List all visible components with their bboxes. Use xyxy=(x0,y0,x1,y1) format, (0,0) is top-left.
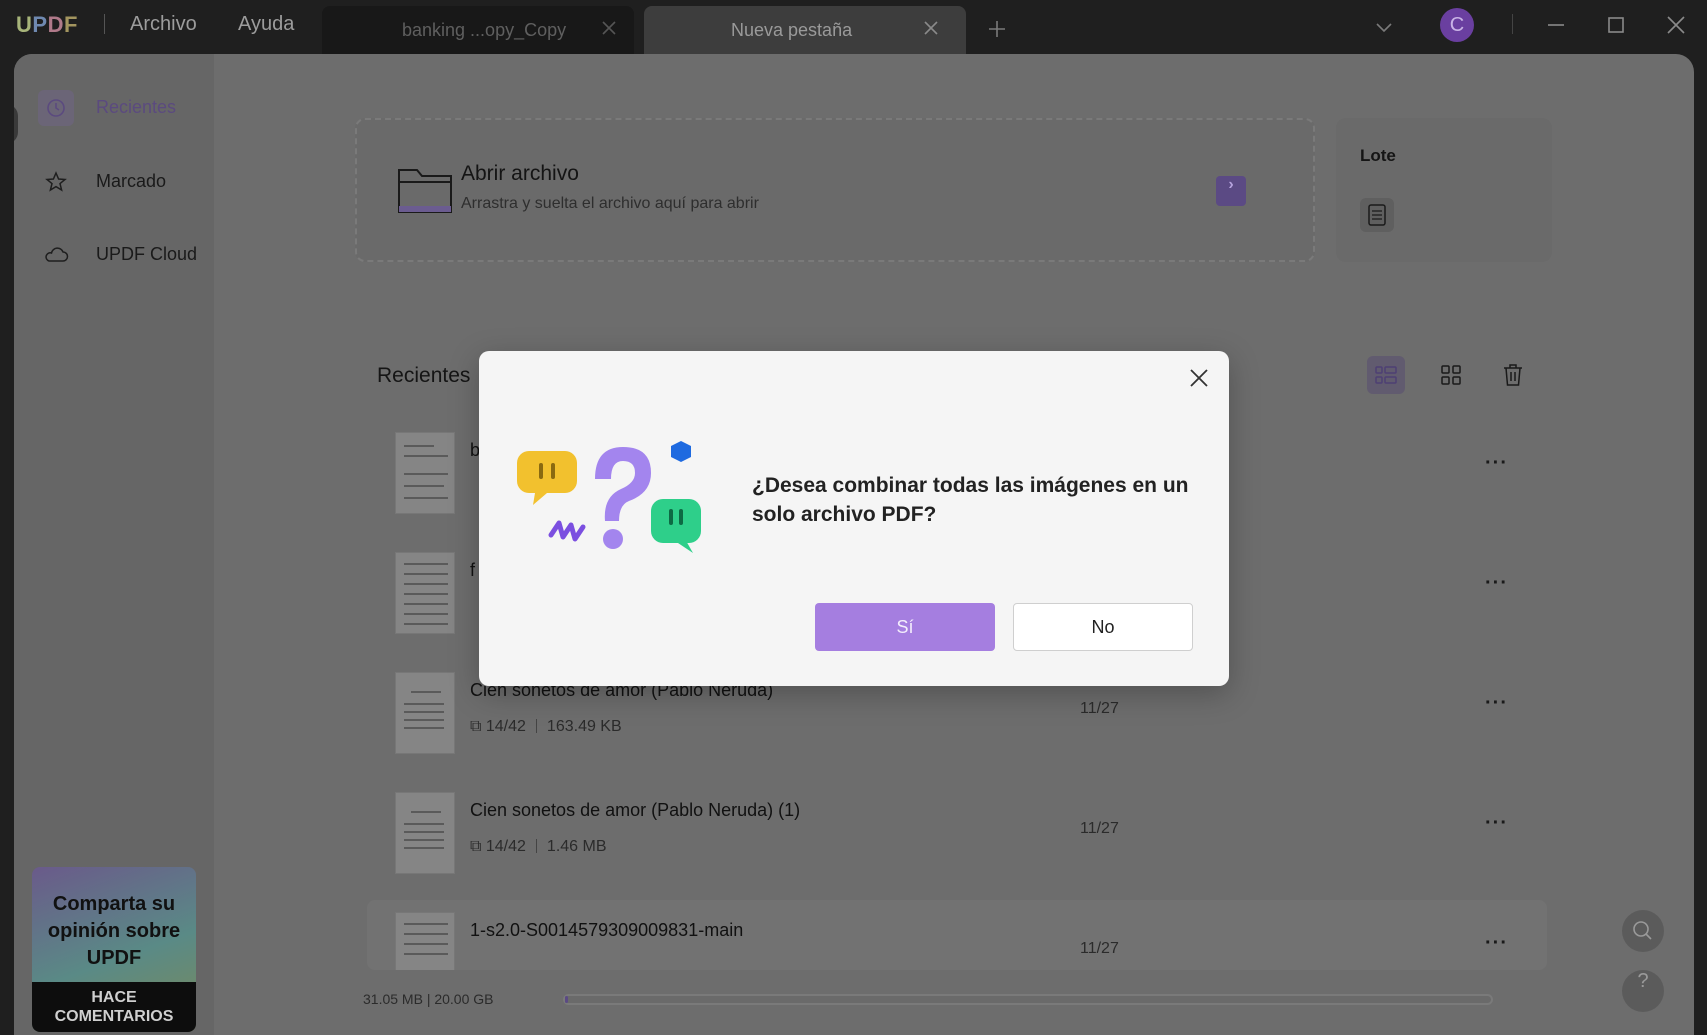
sidebar: Recientes Marcado UPDF Cloud Comparta su… xyxy=(14,54,214,1035)
sidebar-item-label: Marcado xyxy=(96,171,167,191)
search-icon[interactable] xyxy=(1622,910,1664,952)
new-tab-icon[interactable] xyxy=(986,18,1008,40)
no-button[interactable]: No xyxy=(1013,603,1193,651)
avatar[interactable]: C xyxy=(1440,8,1474,42)
menu-archivo[interactable]: Archivo xyxy=(130,13,197,36)
promo-text: Comparta su opinión sobre UPDF xyxy=(47,893,181,969)
feedback-button[interactable]: HACE COMENTARIOS xyxy=(32,982,196,1032)
chevron-right-icon[interactable]: › xyxy=(1216,176,1246,206)
more-options-icon[interactable]: ··· xyxy=(1485,812,1508,835)
open-file-dropzone[interactable]: Abrir archivo Arrastra y suelta el archi… xyxy=(355,118,1315,262)
close-icon[interactable] xyxy=(920,17,942,39)
storage-progress-fill xyxy=(565,996,568,1003)
folder-icon xyxy=(398,169,452,213)
file-thumbnail xyxy=(395,552,455,634)
divider xyxy=(535,839,537,853)
maximize-icon[interactable] xyxy=(1605,14,1627,36)
file-size: 163.49 KB xyxy=(546,718,622,735)
file-thumbnail xyxy=(395,432,455,514)
sidebar-collapse-handle[interactable] xyxy=(14,104,18,144)
file-thumbnail xyxy=(395,912,455,970)
app-logo: UPDF xyxy=(16,12,78,37)
minimize-icon[interactable] xyxy=(1545,14,1567,36)
menu-ayuda[interactable]: Ayuda xyxy=(238,13,294,36)
more-options-icon[interactable]: ··· xyxy=(1485,452,1508,475)
dialog-message: ¿Desea combinar todas las imágenes en un… xyxy=(752,474,1189,526)
tab-label: Nueva pestaña xyxy=(731,20,853,40)
grid-view-icon[interactable] xyxy=(1432,356,1470,394)
file-name: f xyxy=(470,560,476,580)
pages-icon: ⧉ xyxy=(470,718,486,735)
tab-label: banking ...opy_Copy xyxy=(402,20,567,40)
file-name: Cien sonetos de amor (Pablo Neruda) (1) xyxy=(470,800,801,820)
star-icon xyxy=(38,164,74,200)
file-thumbnail xyxy=(395,792,455,874)
file-date: 11/27 xyxy=(1080,940,1119,957)
more-options-icon[interactable]: ··· xyxy=(1485,572,1508,595)
close-icon[interactable] xyxy=(598,17,620,39)
sidebar-item-recientes[interactable]: Recientes xyxy=(38,90,208,126)
sidebar-item-label: UPDF Cloud xyxy=(96,244,198,264)
question-illustration xyxy=(517,441,701,553)
list-item[interactable]: 1-s2.0-S0014579309009831-main 11/27 ··· xyxy=(367,900,1547,970)
sidebar-item-marcado[interactable]: Marcado xyxy=(38,164,208,200)
list-item[interactable]: Cien sonetos de amor (Pablo Neruda) (1) … xyxy=(367,780,1547,890)
file-size: 1.46 MB xyxy=(546,838,607,855)
chevron-down-icon[interactable] xyxy=(1373,16,1395,38)
list-view-icon[interactable] xyxy=(1367,356,1405,394)
storage-text: 31.05 MB | 20.00 GB xyxy=(363,991,494,1007)
tab-document[interactable]: banking ...opy_Copy xyxy=(322,6,634,54)
file-thumbnail xyxy=(395,672,455,754)
file-name: 1-s2.0-S0014579309009831-main xyxy=(470,920,744,940)
batch-icon[interactable] xyxy=(1360,198,1394,232)
title-bar: UPDF Archivo Ayuda banking ...opy_Copy N… xyxy=(0,0,1707,54)
divider xyxy=(535,719,537,733)
sidebar-item-label: Recientes xyxy=(96,97,177,117)
divider xyxy=(104,14,105,34)
clock-icon xyxy=(38,90,74,126)
more-options-icon[interactable]: ··· xyxy=(1485,692,1508,715)
more-options-icon[interactable]: ··· xyxy=(1485,932,1508,955)
cloud-icon xyxy=(38,237,74,273)
close-icon[interactable] xyxy=(1188,367,1210,389)
open-file-title: Abrir archivo xyxy=(461,162,579,185)
sidebar-item-updf-cloud[interactable]: UPDF Cloud xyxy=(38,237,208,273)
file-pages: 14/42 xyxy=(485,718,526,735)
close-window-icon[interactable] xyxy=(1665,14,1687,36)
help-button[interactable]: ? xyxy=(1622,970,1664,1012)
pages-icon: ⧉ xyxy=(470,838,486,855)
batch-title: Lote xyxy=(1360,146,1396,165)
trash-icon[interactable] xyxy=(1494,356,1532,394)
yes-button[interactable]: Sí xyxy=(815,603,995,651)
storage-progress xyxy=(563,994,1493,1005)
file-date: 11/27 xyxy=(1080,820,1119,837)
divider xyxy=(1512,14,1513,34)
merge-images-dialog: ¿Desea combinar todas las imágenes en un… xyxy=(479,351,1229,686)
file-date: 11/27 xyxy=(1080,700,1119,717)
file-pages: 14/42 xyxy=(485,838,526,855)
file-meta: ⧉ 14/42 163.49 KB xyxy=(470,718,622,736)
feedback-promo[interactable]: Comparta su opinión sobre UPDF HACE COME… xyxy=(32,867,196,1032)
batch-card: Lote xyxy=(1336,118,1552,262)
recent-section-title: Recientes xyxy=(377,364,471,387)
file-meta: ⧉ 14/42 1.46 MB xyxy=(470,838,607,856)
open-file-subtitle: Arrastra y suelta el archivo aquí para a… xyxy=(461,195,759,212)
tab-new[interactable]: Nueva pestaña xyxy=(644,6,966,54)
